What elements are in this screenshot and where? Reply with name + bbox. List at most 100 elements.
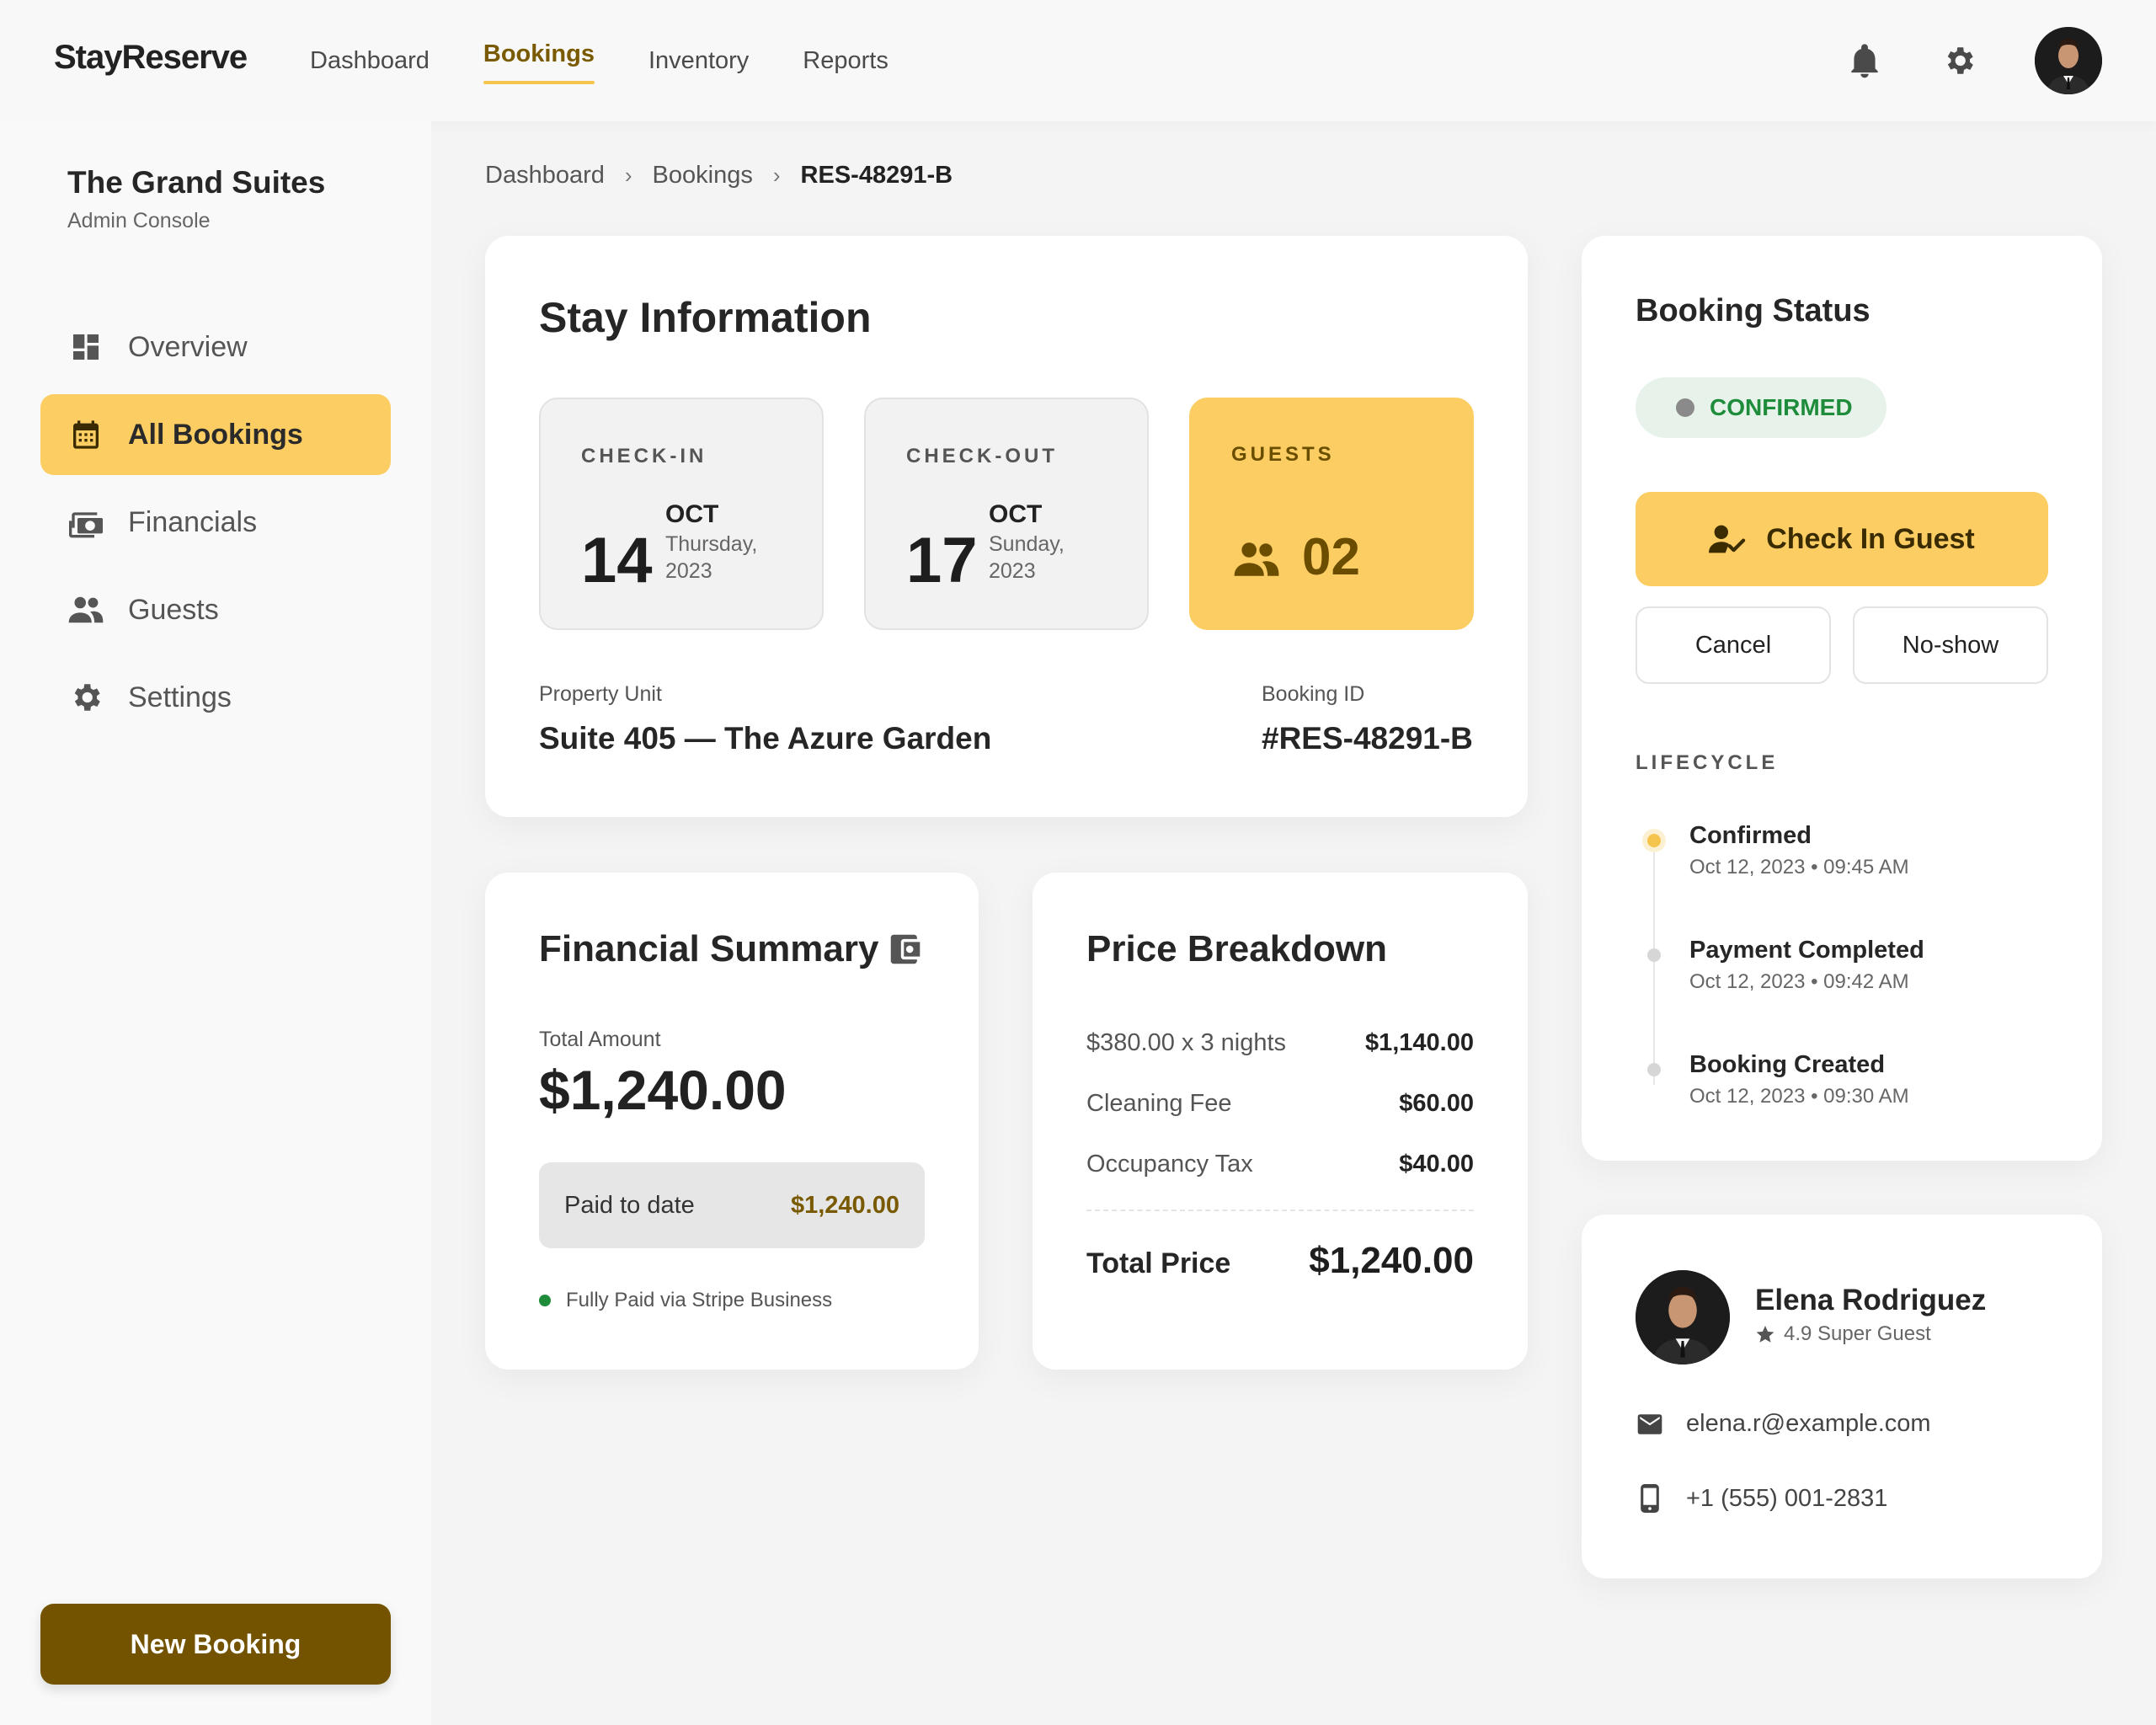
guest-phone-row[interactable]: +1 (555) 001-2831	[1636, 1484, 1887, 1513]
people-icon	[67, 591, 104, 628]
card-title: Booking Status	[1636, 293, 1870, 328]
property-unit-value: Suite 405 — The Azure Garden	[539, 721, 992, 756]
lifecycle-label: LIFECYCLE	[1636, 751, 1779, 774]
guest-name[interactable]: Elena Rodriguez	[1755, 1284, 1986, 1317]
price-row-label: Cleaning Fee	[1086, 1090, 1232, 1117]
lifecycle-dot	[1647, 948, 1661, 962]
sidebar-item-guests[interactable]: Guests	[40, 569, 391, 650]
total-amount-value: $1,240.00	[539, 1059, 787, 1121]
checkin-weekday-text: Thursday,	[665, 532, 758, 556]
paid-to-date-label: Paid to date	[564, 1191, 695, 1219]
people-icon	[1231, 541, 1282, 582]
lifecycle-title: Confirmed	[1689, 822, 1812, 849]
payment-note: Fully Paid via Stripe Business	[539, 1289, 832, 1312]
new-booking-button[interactable]: New Booking	[40, 1604, 391, 1685]
chevron-right-icon: ›	[772, 163, 781, 188]
top-nav: Dashboard Bookings Inventory Reports	[310, 0, 942, 121]
status-badge-text: CONFIRMED	[1710, 394, 1853, 420]
sidebar-item-label: Financials	[128, 505, 258, 538]
top-actions	[1846, 27, 2102, 94]
brand-logo[interactable]: StayReserve	[54, 39, 248, 77]
person-check-icon	[1709, 523, 1748, 555]
lifecycle-title: Booking Created	[1689, 1051, 1886, 1078]
guest-rating: 4.9 Super Guest	[1755, 1322, 1931, 1346]
wallet-icon[interactable]	[888, 933, 923, 969]
dashboard-icon	[67, 328, 104, 366]
booking-status-card: Booking Status CONFIRMED Check In Guest …	[1582, 236, 2102, 1161]
user-avatar[interactable]	[2035, 27, 2102, 94]
side-nav: Overview All Bookings Financials Guests …	[40, 307, 391, 745]
price-row-value: $40.00	[1399, 1151, 1474, 1178]
price-row-value: $1,140.00	[1364, 1029, 1474, 1056]
card-title: Financial Summary	[539, 928, 879, 969]
bell-icon[interactable]	[1846, 42, 1883, 79]
no-show-button[interactable]: No-show	[1853, 606, 2048, 684]
card-title: Price Breakdown	[1086, 928, 1388, 969]
topnav-reports-label: Reports	[803, 46, 889, 74]
breadcrumb: Dashboard › Bookings › RES-48291-B	[485, 162, 953, 190]
divider	[1086, 1210, 1474, 1211]
sidebar-item-label: Guests	[128, 593, 219, 626]
status-dot	[1676, 398, 1694, 417]
checkout-weekday: Sunday, 2023	[989, 531, 1098, 585]
financial-summary-card: Financial Summary Total Amount $1,240.00…	[485, 873, 979, 1370]
checkin-year: 2023	[665, 559, 712, 583]
checkin-day: 14	[581, 525, 653, 596]
price-row-value: $60.00	[1399, 1090, 1474, 1117]
smartphone-icon	[1636, 1484, 1664, 1513]
checkout-label: CHECK-OUT	[906, 445, 1058, 467]
topnav-dashboard-label: Dashboard	[310, 46, 430, 74]
guest-phone[interactable]: +1 (555) 001-2831	[1686, 1485, 1887, 1513]
lifecycle-time: Oct 12, 2023 • 09:30 AM	[1689, 1085, 1909, 1108]
sidebar: The Grand Suites Admin Console Overview …	[0, 121, 431, 1725]
price-row: Cleaning Fee $60.00	[1086, 1090, 1474, 1118]
lifecycle-title: Payment Completed	[1689, 937, 1924, 964]
guest-email[interactable]: elena.r@example.com	[1686, 1410, 1931, 1438]
topnav-reports[interactable]: Reports	[803, 0, 889, 121]
breadcrumb-bookings[interactable]: Bookings	[653, 162, 753, 190]
sidebar-item-financials[interactable]: Financials	[40, 482, 391, 563]
price-total-row: Total Price $1,240.00	[1086, 1240, 1474, 1282]
gear-icon	[67, 679, 104, 716]
topnav-bookings-label: Bookings	[483, 40, 595, 67]
sidebar-item-label: Overview	[128, 330, 248, 363]
checkin-month: OCT	[665, 500, 719, 528]
guests-count: 02	[1302, 528, 1360, 586]
booking-id-value: #RES-48291-B	[1262, 721, 1473, 756]
paid-to-date-box: Paid to date $1,240.00	[539, 1162, 925, 1248]
breadcrumb-dashboard[interactable]: Dashboard	[485, 162, 605, 190]
checkout-month: OCT	[989, 500, 1043, 528]
status-dot	[539, 1295, 551, 1306]
paid-to-date-value: $1,240.00	[790, 1191, 899, 1219]
sidebar-item-overview[interactable]: Overview	[40, 307, 391, 387]
cancel-button[interactable]: Cancel	[1636, 606, 1831, 684]
card-title: Stay Information	[539, 294, 872, 341]
guests-tile: GUESTS 02	[1189, 398, 1474, 630]
sidebar-item-settings[interactable]: Settings	[40, 657, 391, 738]
check-in-guest-label: Check In Guest	[1766, 522, 1975, 555]
price-row-label: $380.00 x 3 nights	[1086, 1029, 1287, 1056]
property-unit-label: Property Unit	[539, 682, 662, 706]
top-bar: StayReserve Dashboard Bookings Inventory…	[0, 0, 2156, 121]
star-icon	[1755, 1324, 1775, 1344]
gear-icon[interactable]	[1940, 42, 1977, 79]
guest-email-row[interactable]: elena.r@example.com	[1636, 1410, 1931, 1438]
total-price-label: Total Price	[1086, 1247, 1231, 1279]
sidebar-item-label: All Bookings	[128, 418, 303, 451]
checkout-weekday-text: Sunday,	[989, 532, 1065, 556]
sidebar-item-label: Settings	[128, 681, 232, 713]
payments-icon	[67, 504, 104, 541]
guests-label: GUESTS	[1231, 443, 1335, 466]
chevron-right-icon: ›	[624, 163, 632, 188]
topnav-dashboard[interactable]: Dashboard	[310, 0, 430, 121]
sidebar-item-all-bookings[interactable]: All Bookings	[40, 394, 391, 475]
price-row-label: Occupancy Tax	[1086, 1151, 1253, 1178]
total-amount-label: Total Amount	[539, 1028, 661, 1051]
total-price-value: $1,240.00	[1309, 1240, 1474, 1281]
topnav-inventory[interactable]: Inventory	[648, 0, 749, 121]
guest-card: Elena Rodriguez 4.9 Super Guest elena.r@…	[1582, 1215, 2102, 1578]
topnav-bookings[interactable]: Bookings	[483, 0, 595, 121]
guest-avatar[interactable]	[1636, 1270, 1730, 1365]
guest-rating-text: 4.9 Super Guest	[1784, 1322, 1931, 1345]
check-in-guest-button[interactable]: Check In Guest	[1636, 492, 2048, 586]
